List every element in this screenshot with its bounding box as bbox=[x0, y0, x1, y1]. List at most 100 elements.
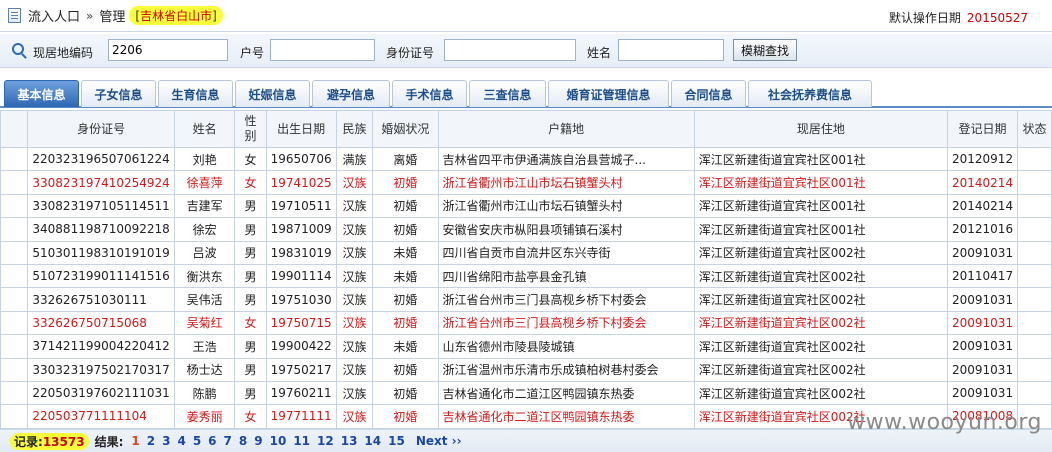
cell-registration-date: 20110417 bbox=[946, 263, 1019, 289]
cell-ethnicity: 汉族 bbox=[335, 240, 374, 265]
header-sex[interactable]: 性别 bbox=[234, 110, 267, 148]
row-select-cell[interactable] bbox=[0, 240, 29, 265]
page-link[interactable]: 5 bbox=[193, 434, 201, 448]
tab-social-fee-info[interactable]: 社会抚养费信息 bbox=[748, 80, 872, 107]
page-link[interactable]: 4 bbox=[177, 434, 185, 448]
tab-contraception-info[interactable]: 避孕信息 bbox=[312, 80, 390, 107]
page-link[interactable]: 8 bbox=[239, 434, 247, 448]
page-link[interactable]: 13 bbox=[341, 434, 358, 448]
page-link[interactable]: 6 bbox=[208, 434, 216, 448]
tab-bar: 基本信息 子女信息 生育信息 妊娠信息 避孕信息 手术信息 三查信息 婚育证管理… bbox=[0, 80, 1052, 108]
page-link[interactable]: 14 bbox=[364, 434, 381, 448]
table-row[interactable]: 332626751030111 吴伟活 男 19751030 汉族 初婚 浙江省… bbox=[0, 287, 1052, 312]
table-row[interactable]: 220323196507061224 刘艳 女 19650706 满族 离婚 吉… bbox=[0, 146, 1052, 172]
table-row[interactable]: 220503197602111031 陈鹏 男 19760211 汉族 初婚 吉… bbox=[0, 380, 1052, 406]
page-link[interactable]: 10 bbox=[270, 434, 287, 448]
header-registration-date[interactable]: 登记日期 bbox=[946, 110, 1019, 148]
cell-ethnicity: 汉族 bbox=[335, 334, 374, 359]
name-input[interactable] bbox=[618, 39, 724, 61]
cell-marital-status: 离婚 bbox=[372, 146, 439, 172]
row-select-cell[interactable] bbox=[0, 357, 29, 382]
id-number-input[interactable] bbox=[444, 39, 576, 61]
region-bracket-close: ] bbox=[212, 9, 217, 23]
cell-registration-date: 20091031 bbox=[946, 240, 1019, 265]
cell-residence: 浑江区新建街道宜宾社区001社 bbox=[693, 193, 949, 219]
cell-marital-status: 未婚 bbox=[372, 240, 439, 265]
breadcrumb-flow-population[interactable]: 流入人口 bbox=[28, 6, 80, 25]
header-birth-date[interactable]: 出生日期 bbox=[265, 110, 337, 148]
next-page-link[interactable]: Next ›› bbox=[416, 434, 462, 448]
cell-registration-date: 20091031 bbox=[946, 334, 1019, 359]
header-marital-status[interactable]: 婚姻状况 bbox=[372, 110, 439, 148]
tab-marriage-cert-info[interactable]: 婚育证管理信息 bbox=[548, 80, 669, 107]
page-link[interactable]: 9 bbox=[254, 434, 262, 448]
page-link[interactable]: 11 bbox=[293, 434, 310, 448]
record-count-label: 记录: bbox=[14, 434, 43, 449]
operation-date-value: 20150527 bbox=[966, 11, 1028, 25]
table-row[interactable]: 340881198710092218 徐宏 男 19871009 汉族 初婚 安… bbox=[0, 217, 1052, 242]
table-row[interactable]: 330323197502170317 杨士达 男 19750217 汉族 初婚 … bbox=[0, 357, 1052, 382]
row-select-cell[interactable] bbox=[0, 334, 29, 359]
row-select-cell[interactable] bbox=[0, 404, 29, 429]
residence-code-input[interactable] bbox=[108, 39, 228, 61]
row-select-cell[interactable] bbox=[0, 310, 29, 336]
page-link[interactable]: 12 bbox=[317, 434, 334, 448]
cell-id-number: 330823197105114511 bbox=[27, 193, 175, 219]
tab-contract-info[interactable]: 合同信息 bbox=[671, 80, 746, 107]
household-input[interactable] bbox=[270, 39, 375, 61]
tab-three-checks-info[interactable]: 三查信息 bbox=[469, 80, 546, 107]
tab-basic-info[interactable]: 基本信息 bbox=[4, 80, 79, 107]
page-link[interactable]: 3 bbox=[162, 434, 170, 448]
table-row[interactable]: 330823197410254924 徐喜萍 女 19741025 汉族 初婚 … bbox=[0, 170, 1052, 195]
cell-name: 吴伟活 bbox=[173, 287, 236, 312]
cell-marital-status: 初婚 bbox=[372, 380, 439, 406]
table-row[interactable]: 371421199004220412 王浩 男 19900422 汉族 未婚 山… bbox=[0, 334, 1052, 359]
cell-id-number: 330323197502170317 bbox=[27, 357, 175, 382]
cell-marital-status: 初婚 bbox=[372, 193, 439, 219]
header-name[interactable]: 姓名 bbox=[173, 110, 236, 148]
header-residence[interactable]: 现居住地 bbox=[693, 110, 949, 148]
cell-id-number: 220323196507061224 bbox=[27, 146, 175, 172]
cell-id-number: 510723199011141516 bbox=[27, 263, 175, 289]
region-name: 吉林省白山市 bbox=[140, 9, 213, 23]
cell-birth-date: 19900422 bbox=[265, 334, 337, 359]
tab-surgery-info[interactable]: 手术信息 bbox=[392, 80, 467, 107]
row-select-cell[interactable] bbox=[0, 380, 29, 406]
row-select-cell[interactable] bbox=[0, 287, 29, 312]
row-select-cell[interactable] bbox=[0, 170, 29, 195]
row-select-cell[interactable] bbox=[0, 146, 29, 172]
header-ethnicity[interactable]: 民族 bbox=[335, 110, 374, 148]
row-select-cell[interactable] bbox=[0, 263, 29, 289]
cell-residence: 浑江区新建街道宜宾社区001社 bbox=[693, 217, 949, 242]
row-select-cell[interactable] bbox=[0, 217, 29, 242]
tab-birth-info[interactable]: 生育信息 bbox=[158, 80, 233, 107]
fuzzy-search-button[interactable]: 模糊查找 bbox=[733, 39, 797, 61]
header-hukou[interactable]: 户籍地 bbox=[437, 110, 695, 148]
tab-pregnancy-info[interactable]: 妊娠信息 bbox=[235, 80, 310, 107]
page-link[interactable]: 2 bbox=[147, 434, 155, 448]
row-select-cell[interactable] bbox=[0, 193, 29, 219]
cell-marital-status: 初婚 bbox=[372, 404, 439, 429]
table-row[interactable]: 330823197105114511 吉建军 男 19710511 汉族 初婚 … bbox=[0, 193, 1052, 219]
cell-id-number: 332626750715068 bbox=[27, 310, 175, 336]
table-row[interactable]: 510723199011141516 衡洪东 男 19901114 汉族 未婚 … bbox=[0, 263, 1052, 289]
page-link[interactable]: 15 bbox=[388, 434, 405, 448]
cell-registration-date: 20091031 bbox=[946, 310, 1019, 336]
header-id-number[interactable]: 身份证号 bbox=[27, 110, 175, 148]
cell-birth-date: 19760211 bbox=[265, 380, 337, 406]
cell-birth-date: 19751030 bbox=[265, 287, 337, 312]
search-icon bbox=[12, 43, 24, 55]
cell-hukou: 浙江省衢州市江山市坛石镇蟹头村 bbox=[437, 170, 695, 195]
header-status[interactable]: 状态 bbox=[1017, 110, 1052, 148]
cell-sex: 女 bbox=[234, 170, 267, 195]
record-count-value: 13573 bbox=[42, 434, 85, 449]
cell-name: 吕波 bbox=[173, 240, 236, 265]
cell-registration-date: 20140214 bbox=[946, 170, 1019, 195]
table-row[interactable]: 332626750715068 吴菊红 女 19750715 汉族 初婚 浙江省… bbox=[0, 310, 1052, 336]
cell-marital-status: 初婚 bbox=[372, 287, 439, 312]
cell-id-number: 510301198310191019 bbox=[27, 240, 175, 265]
table-row[interactable]: 510301198310191019 吕波 男 19831019 汉族 未婚 四… bbox=[0, 240, 1052, 265]
tab-children-info[interactable]: 子女信息 bbox=[81, 80, 156, 107]
page-link[interactable]: 7 bbox=[224, 434, 232, 448]
cell-birth-date: 19650706 bbox=[265, 146, 337, 172]
